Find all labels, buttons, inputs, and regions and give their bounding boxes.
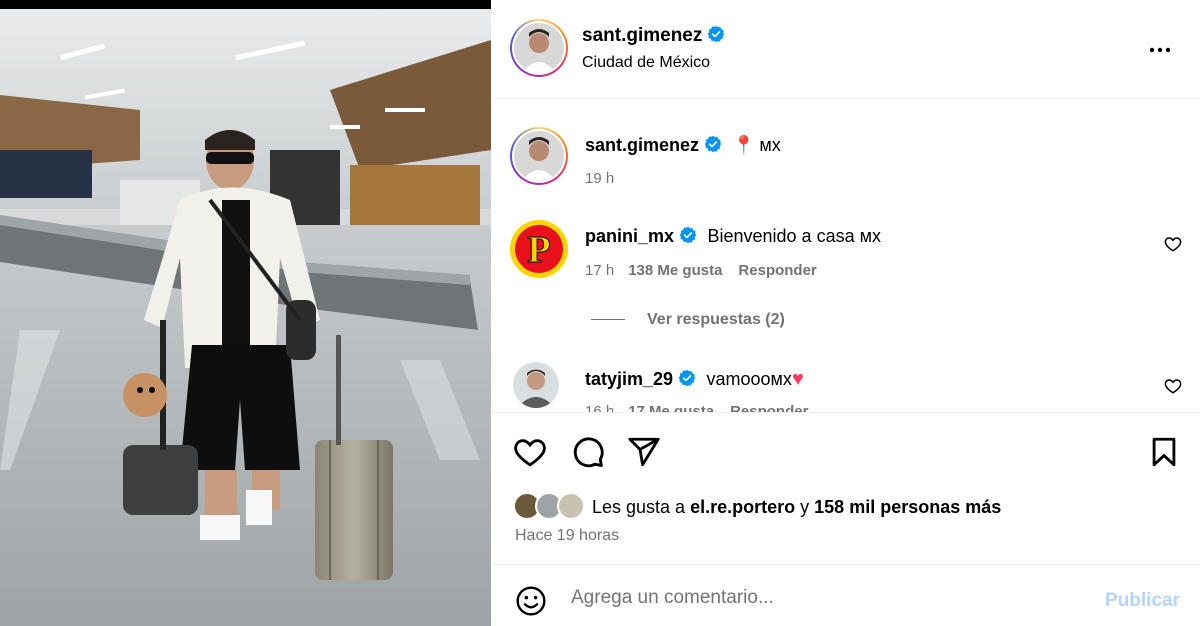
comment-age[interactable]: 17 h <box>585 262 614 279</box>
red-heart-emoji: ♥ <box>791 368 804 390</box>
caption: sant.gimenez 📍 мх <box>585 135 781 156</box>
comment-text: vamoooмх <box>706 369 792 389</box>
liker-avatar[interactable] <box>557 492 585 520</box>
like-heart-icon[interactable] <box>513 435 547 469</box>
post-actions: Les gusta a el.re.portero y 158 mil pers… <box>491 412 1200 564</box>
share-send-icon[interactable] <box>627 435 661 469</box>
verified-badge-icon <box>708 25 725 43</box>
author-username-text[interactable]: sant.gimenez <box>582 25 702 46</box>
caption-meta: 19 h <box>585 170 614 187</box>
comment-like-heart-icon[interactable] <box>1164 235 1182 253</box>
comment-input[interactable] <box>571 583 1071 613</box>
commenter-avatar[interactable] <box>513 362 559 408</box>
verified-badge-icon <box>704 135 722 153</box>
replies-divider <box>591 319 625 321</box>
commenter-avatar[interactable]: P <box>510 220 568 278</box>
save-bookmark-icon[interactable] <box>1147 435 1181 469</box>
caption-age[interactable]: 19 h <box>585 170 614 187</box>
caption-text: мх <box>759 135 781 155</box>
likes-prefix: Les gusta a <box>592 497 686 517</box>
view-replies-label[interactable]: Ver respuestas (2) <box>647 311 785 328</box>
svg-text:P: P <box>527 229 550 271</box>
post-header: sant.gimenez Ciudad de México <box>491 0 1200 99</box>
author-avatar[interactable] <box>510 19 568 77</box>
caption-username[interactable]: sant.gimenez <box>585 135 699 155</box>
caption-avatar[interactable] <box>510 127 568 185</box>
likes-summary[interactable]: Les gusta a el.re.portero y 158 mil pers… <box>592 497 1001 518</box>
likes-count[interactable]: 158 mil personas más <box>814 497 1001 517</box>
author-username[interactable]: sant.gimenez <box>582 25 725 47</box>
comments-section[interactable]: sant.gimenez 📍 мх 19 h P panini_mx Bienv… <box>491 100 1200 412</box>
view-replies-button[interactable]: Ver respuestas (2) <box>591 311 785 329</box>
emoji-smiley-icon[interactable] <box>515 585 547 617</box>
comment-composer: Publicar <box>491 564 1200 626</box>
comment-bubble-icon[interactable] <box>571 435 605 469</box>
verified-badge-icon <box>678 369 696 387</box>
reply-button[interactable]: Responder <box>738 262 816 279</box>
comment-username[interactable]: panini_mx <box>585 226 674 246</box>
comment-like-heart-icon[interactable] <box>1164 377 1182 395</box>
comment-like-count[interactable]: 17 Me gusta <box>628 403 714 412</box>
post-photo[interactable] <box>0 0 491 626</box>
comment-age[interactable]: 16 h <box>585 403 614 412</box>
post-timestamp[interactable]: Hace 19 horas <box>515 527 619 545</box>
verified-badge-icon <box>679 226 697 244</box>
comment-username[interactable]: tatyjim_29 <box>585 369 673 389</box>
more-options-button[interactable] <box>1148 38 1172 69</box>
comment-text: Bienvenido a casa мх <box>707 226 881 246</box>
post-location[interactable]: Ciudad de México <box>582 54 710 72</box>
more-horizontal-icon <box>1149 47 1171 53</box>
liker-username[interactable]: el.re.portero <box>690 497 795 517</box>
comment-like-count[interactable]: 138 Me gusta <box>628 262 722 279</box>
pin-emoji: 📍 <box>732 135 755 155</box>
reply-button[interactable]: Responder <box>730 403 808 412</box>
post-sidebar: sant.gimenez Ciudad de México sant.gimen… <box>491 0 1200 626</box>
publish-button[interactable]: Publicar <box>1105 590 1180 612</box>
likes-joiner: y <box>800 497 810 517</box>
